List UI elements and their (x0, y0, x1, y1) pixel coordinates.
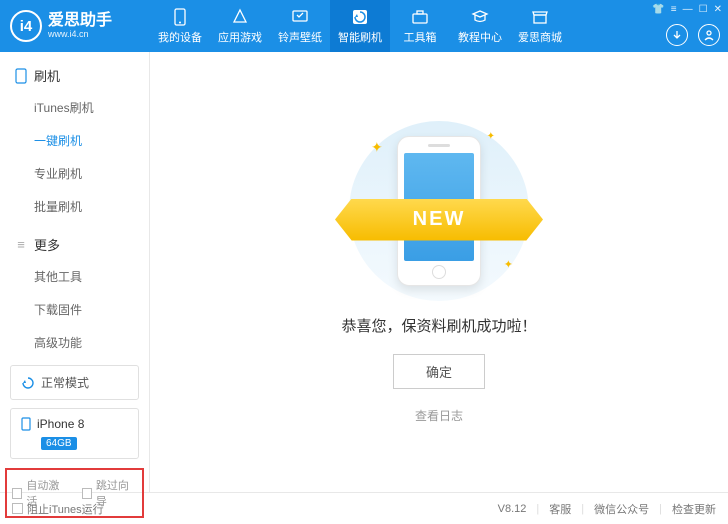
sparkle-icon: ✦ (504, 258, 513, 271)
confirm-button[interactable]: 确定 (393, 354, 485, 389)
device-icon (171, 8, 189, 26)
tutorial-icon (471, 8, 489, 26)
app-subtitle: www.i4.cn (48, 29, 112, 39)
check-update-link[interactable]: 检查更新 (672, 501, 716, 517)
view-log-link[interactable]: 查看日志 (415, 407, 463, 424)
refresh-icon (21, 376, 35, 390)
mode-label: 正常模式 (41, 374, 89, 391)
section-title: 刷机 (34, 66, 60, 85)
logo-icon: i4 (10, 10, 42, 42)
tab-label: 爱思商城 (518, 29, 562, 45)
device-info[interactable]: iPhone 8 64GB (10, 408, 139, 459)
sidebar-item-batch-flash[interactable]: 批量刷机 (0, 190, 149, 223)
success-illustration: ✦ ✦ ✦ NEW (349, 121, 529, 301)
flash-icon (351, 8, 369, 26)
checkbox-label: 阻止iTunes运行 (27, 501, 104, 517)
version-label: V8.12 (498, 503, 527, 515)
tab-label: 应用游戏 (218, 29, 262, 45)
tab-apps[interactable]: 应用游戏 (210, 0, 270, 52)
sidebar-item-download-firmware[interactable]: 下载固件 (0, 293, 149, 326)
mode-selector[interactable]: 正常模式 (10, 365, 139, 400)
sidebar-item-other-tools[interactable]: 其他工具 (0, 260, 149, 293)
checkbox-icon (12, 488, 22, 499)
sidebar: 刷机 iTunes刷机 一键刷机 专业刷机 批量刷机 ≡ 更多 其他工具 下载固… (0, 52, 150, 492)
store-icon (531, 8, 549, 26)
sparkle-icon: ✦ (371, 139, 383, 156)
support-link[interactable]: 客服 (549, 501, 571, 517)
download-icon[interactable] (666, 24, 688, 46)
app-title: 爱思助手 (48, 13, 112, 29)
tab-toolbox[interactable]: 工具箱 (390, 0, 450, 52)
storage-badge: 64GB (41, 437, 77, 450)
checkbox-icon (82, 488, 92, 499)
sidebar-item-pro-flash[interactable]: 专业刷机 (0, 157, 149, 190)
menu-icon[interactable]: ≡ (671, 4, 677, 15)
header-actions (666, 24, 720, 46)
ringtone-icon (291, 8, 309, 26)
sidebar-item-advanced[interactable]: 高级功能 (0, 326, 149, 359)
wechat-link[interactable]: 微信公众号 (594, 501, 649, 517)
sidebar-item-itunes-flash[interactable]: iTunes刷机 (0, 91, 149, 124)
sidebar-item-onekey-flash[interactable]: 一键刷机 (0, 124, 149, 157)
sidebar-section-flash[interactable]: 刷机 (0, 60, 149, 91)
minimize-icon[interactable]: — (683, 4, 693, 15)
close-icon[interactable]: ✕ (714, 4, 722, 15)
maximize-icon[interactable]: ☐ (699, 4, 708, 15)
top-bar: i4 爱思助手 www.i4.cn 我的设备 应用游戏 铃声壁纸 智能刷机 工具… (0, 0, 728, 52)
skin-icon[interactable]: 👕 (652, 4, 664, 15)
tab-label: 教程中心 (458, 29, 502, 45)
tab-smart-flash[interactable]: 智能刷机 (330, 0, 390, 52)
tab-label: 智能刷机 (338, 29, 382, 45)
main-content: ✦ ✦ ✦ NEW 恭喜您，保资料刷机成功啦！ 确定 查看日志 (150, 52, 728, 492)
logo-area: i4 爱思助手 www.i4.cn (0, 10, 150, 42)
section-title: 更多 (34, 235, 60, 254)
toolbox-icon (411, 8, 429, 26)
top-tabs: 我的设备 应用游戏 铃声壁纸 智能刷机 工具箱 教程中心 爱思商城 (150, 0, 570, 52)
new-ribbon: NEW (335, 199, 543, 241)
tab-label: 铃声壁纸 (278, 29, 322, 45)
apps-icon (231, 8, 249, 26)
sidebar-section-more[interactable]: ≡ 更多 (0, 229, 149, 260)
tab-my-device[interactable]: 我的设备 (150, 0, 210, 52)
tab-tutorials[interactable]: 教程中心 (450, 0, 510, 52)
window-controls: 👕 ≡ — ☐ ✕ (652, 4, 722, 15)
sparkle-icon: ✦ (487, 131, 495, 142)
phone-icon (14, 69, 28, 83)
checkbox-icon (12, 503, 23, 514)
device-name: iPhone 8 (37, 417, 84, 431)
device-small-icon (21, 417, 31, 431)
tab-ringtones[interactable]: 铃声壁纸 (270, 0, 330, 52)
tab-label: 工具箱 (404, 29, 437, 45)
checkbox-block-itunes[interactable]: 阻止iTunes运行 (12, 501, 104, 517)
tab-store[interactable]: 爱思商城 (510, 0, 570, 52)
tab-label: 我的设备 (158, 29, 202, 45)
user-icon[interactable] (698, 24, 720, 46)
success-message: 恭喜您，保资料刷机成功啦！ (341, 315, 536, 336)
more-icon: ≡ (14, 238, 28, 252)
